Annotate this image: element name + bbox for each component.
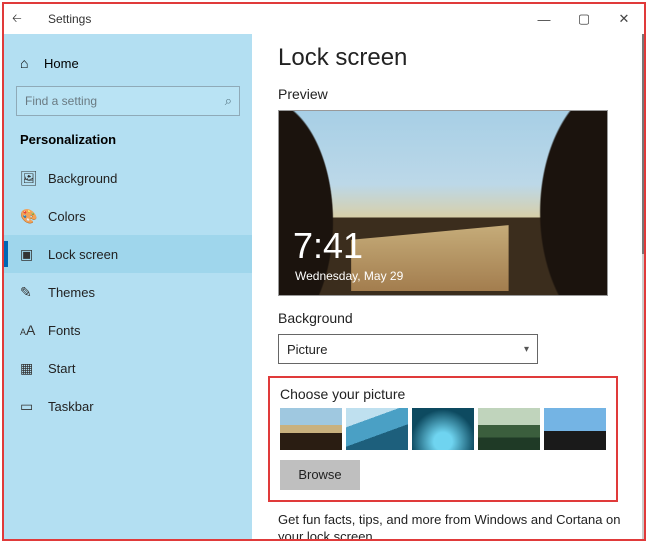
scrollbar-thumb[interactable] <box>642 34 644 254</box>
sidebar-item-label: Lock screen <box>48 247 118 262</box>
sidebar-item-label: Taskbar <box>48 399 94 414</box>
home-label: Home <box>44 56 79 71</box>
search-input[interactable] <box>16 86 240 116</box>
start-icon: ▦ <box>20 360 48 377</box>
search-icon: ⌕ <box>225 93 232 109</box>
preview-label: Preview <box>278 86 624 102</box>
sidebar-item-label: Background <box>48 171 117 186</box>
lock-screen-preview: 7:41 Wednesday, May 29 <box>278 110 608 296</box>
picture-thumbnail[interactable] <box>280 408 342 450</box>
minimize-button[interactable]: — <box>524 12 564 27</box>
preview-time: 7:41 <box>293 225 363 267</box>
picture-thumbnail[interactable] <box>412 408 474 450</box>
sidebar: ⌂ Home ⌕ Personalization 🖼 Background 🎨 … <box>4 34 252 539</box>
picture-thumbnail[interactable] <box>346 408 408 450</box>
picture-icon: 🖼 <box>20 170 48 187</box>
choose-picture-group: Choose your picture Browse <box>268 376 618 502</box>
app-title: Settings <box>36 12 524 26</box>
preview-date: Wednesday, May 29 <box>295 269 403 283</box>
fonts-icon: AA <box>20 322 48 338</box>
sidebar-item-background[interactable]: 🖼 Background <box>4 159 252 197</box>
close-button[interactable]: ✕ <box>604 11 644 27</box>
sidebar-item-start[interactable]: ▦ Start <box>4 349 252 387</box>
themes-icon: ✎ <box>20 284 48 301</box>
titlebar: 🡠 Settings — ▢ ✕ <box>4 4 644 34</box>
sidebar-item-themes[interactable]: ✎ Themes <box>4 273 252 311</box>
sidebar-item-colors[interactable]: 🎨 Colors <box>4 197 252 235</box>
dropdown-value: Picture <box>287 342 327 357</box>
picture-thumbnail[interactable] <box>478 408 540 450</box>
lock-screen-icon: ▣ <box>20 246 48 263</box>
sidebar-item-taskbar[interactable]: ▭ Taskbar <box>4 387 252 425</box>
maximize-button[interactable]: ▢ <box>564 11 604 27</box>
sidebar-item-label: Fonts <box>48 323 81 338</box>
choose-picture-label: Choose your picture <box>280 386 606 402</box>
sidebar-item-label: Start <box>48 361 75 376</box>
browse-button[interactable]: Browse <box>280 460 360 490</box>
back-button[interactable]: 🡠 <box>12 9 36 30</box>
page-title: Lock screen <box>278 44 624 72</box>
background-label: Background <box>278 310 624 326</box>
picture-thumbnail[interactable] <box>544 408 606 450</box>
sidebar-item-fonts[interactable]: AA Fonts <box>4 311 252 349</box>
sidebar-item-label: Themes <box>48 285 95 300</box>
sidebar-item-lock-screen[interactable]: ▣ Lock screen <box>4 235 252 273</box>
taskbar-icon: ▭ <box>20 398 48 415</box>
background-dropdown[interactable]: Picture ▾ <box>278 334 538 364</box>
chevron-down-icon: ▾ <box>524 344 529 355</box>
home-link[interactable]: ⌂ Home <box>4 46 252 80</box>
sidebar-item-label: Colors <box>48 209 86 224</box>
section-heading: Personalization <box>4 126 252 159</box>
picture-thumbnails <box>280 408 606 450</box>
palette-icon: 🎨 <box>20 208 48 225</box>
tip-text: Get fun facts, tips, and more from Windo… <box>278 512 624 539</box>
content-pane: Lock screen Preview 7:41 Wednesday, May … <box>252 34 644 539</box>
home-icon: ⌂ <box>20 55 44 71</box>
